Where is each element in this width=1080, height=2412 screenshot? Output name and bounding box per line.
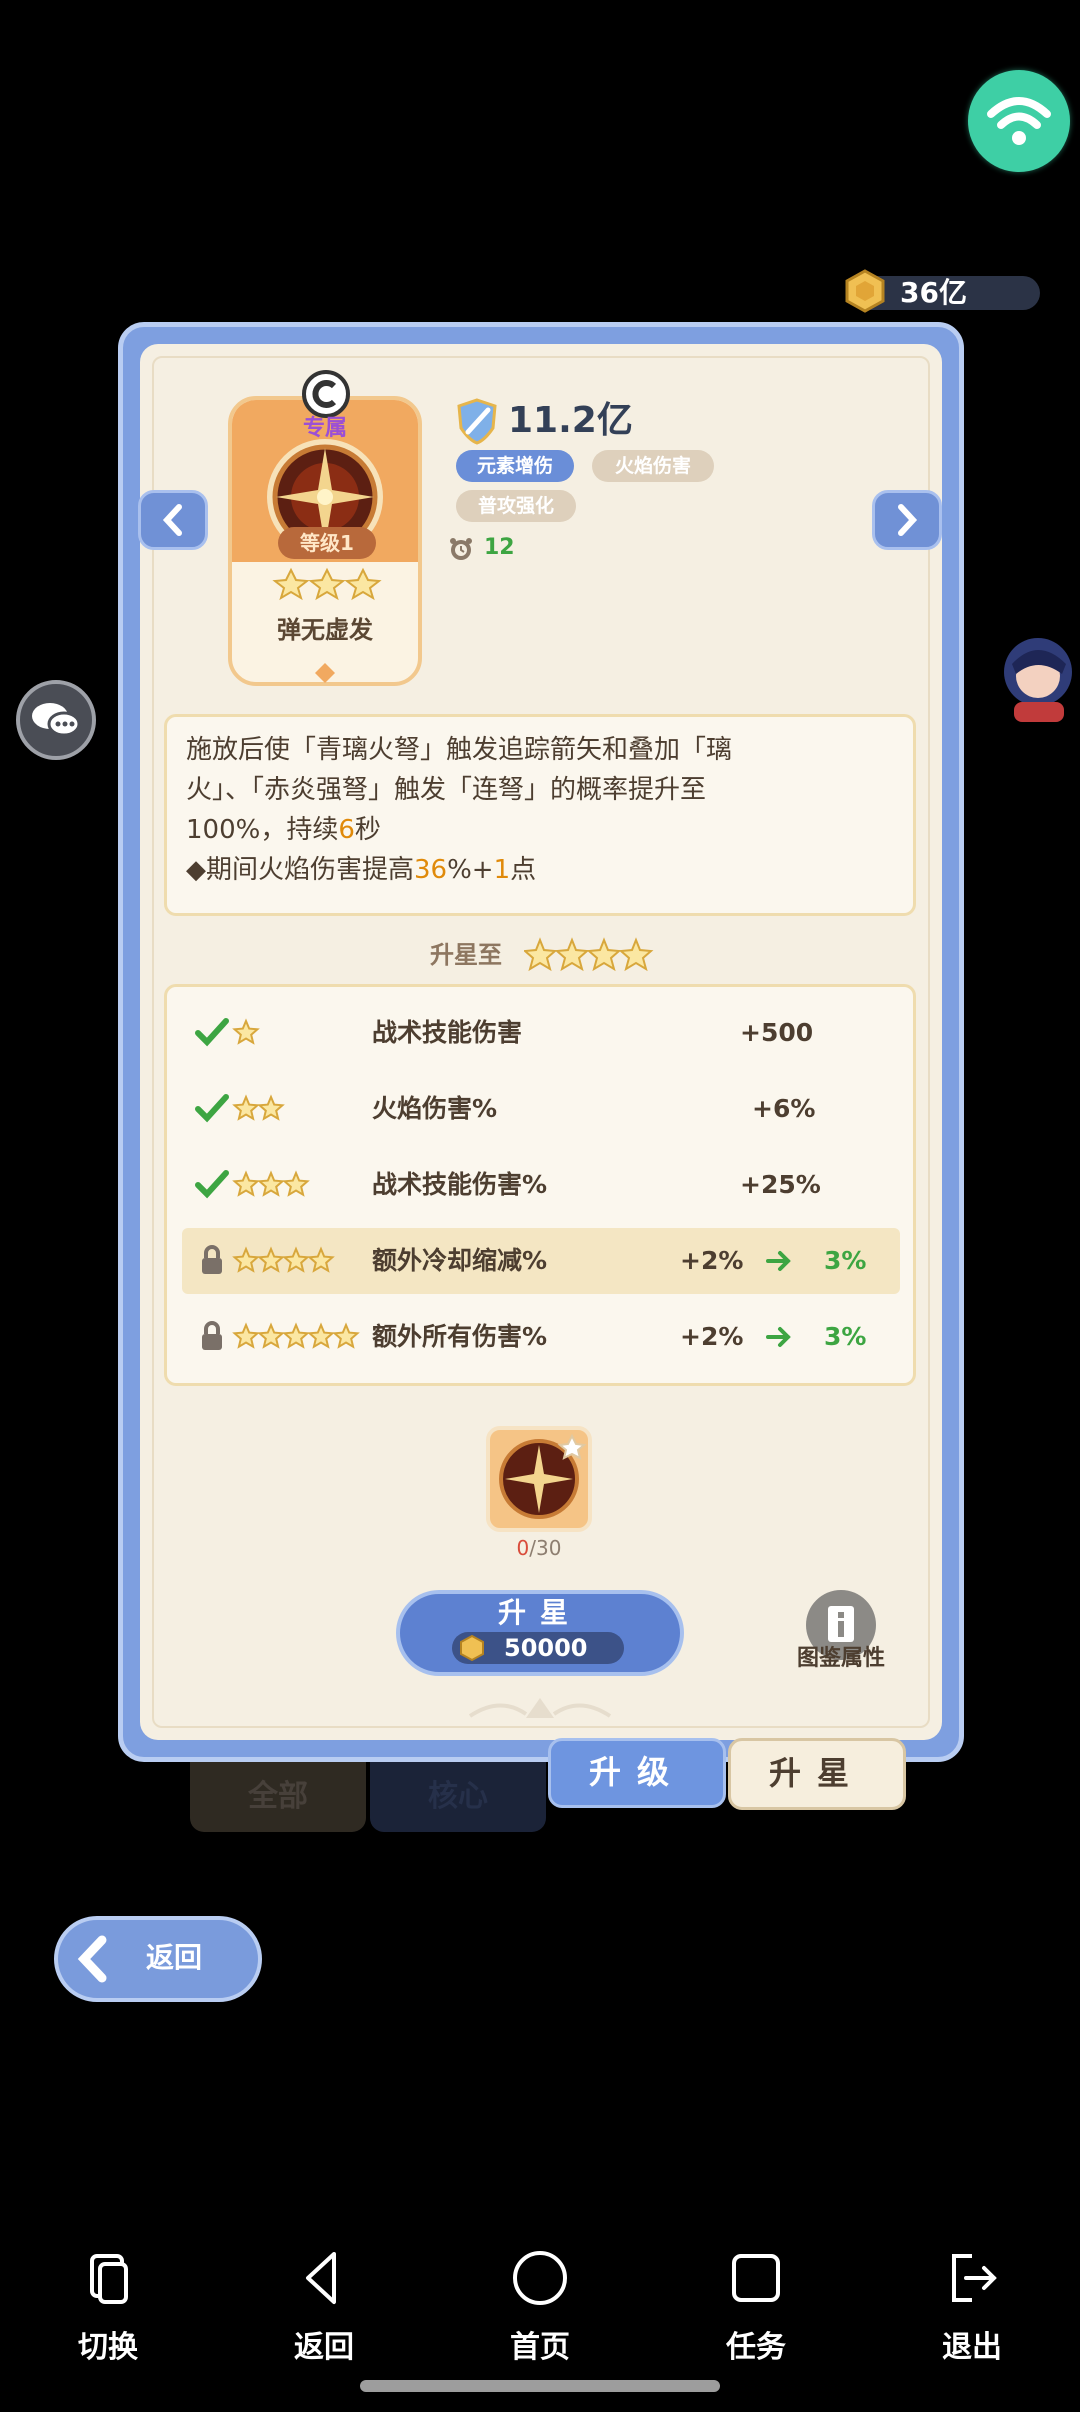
home-icon xyxy=(513,2251,567,2305)
bonus-name: 战术技能伤害 xyxy=(372,1018,523,1047)
check-icon xyxy=(195,1094,229,1123)
check-icon xyxy=(195,1018,229,1047)
wifi-icon xyxy=(987,97,1051,145)
power-value: 11.2亿 xyxy=(508,400,633,441)
bonus-next-value: 3% xyxy=(824,1322,867,1351)
tag-fire-damage: 火焰伤害 xyxy=(592,450,714,482)
nav-home-label: 首页 xyxy=(510,2330,570,2365)
exit-icon xyxy=(952,2254,997,2302)
tab-star-up[interactable]: 升星 xyxy=(728,1738,906,1810)
nav-back[interactable]: 返回 xyxy=(264,2248,384,2366)
back-label[interactable]: 返回 xyxy=(146,1938,202,1978)
bonus-row: 战术技能伤害% +25% xyxy=(182,1152,900,1218)
star-level-icon xyxy=(232,1094,285,1121)
star-up-label: 升星 xyxy=(497,1596,582,1629)
material-count: 0/30 xyxy=(516,1536,562,1560)
prev-item-button[interactable] xyxy=(138,490,208,550)
task-icon xyxy=(732,2254,780,2302)
back-icon xyxy=(306,2252,336,2304)
tab-all[interactable]: 全部 xyxy=(190,1762,366,1832)
bonus-value: +6% xyxy=(752,1094,816,1123)
next-item-button[interactable] xyxy=(872,490,942,550)
target-stars-icon xyxy=(524,937,654,972)
wifi-button[interactable] xyxy=(968,70,1070,172)
level-badge: 等级1 xyxy=(278,527,376,559)
coin-icon xyxy=(460,1634,484,1662)
description-line: 施放后使「青璃火弩」触发追踪箭矢和叠加「璃 xyxy=(186,735,733,765)
home-indicator[interactable] xyxy=(360,2380,720,2392)
ornament-icon xyxy=(468,1698,612,1718)
bonus-name: 额外冷却缩减% xyxy=(372,1246,548,1275)
codex-label[interactable]: 图鉴属性 xyxy=(786,1644,896,1674)
cooldown-clock-icon xyxy=(450,538,472,560)
nav-switch[interactable]: 切换 xyxy=(48,2248,168,2366)
star-rating-icon xyxy=(272,567,382,601)
check-icon xyxy=(195,1170,229,1199)
cooldown-value: 12 xyxy=(484,535,515,560)
description-text: 施放后使「青璃火弩」触发追踪箭矢和叠加「璃 火」、「赤炎强弩」触发「连弩」的概率… xyxy=(186,730,902,890)
star-up-cost: 50000 xyxy=(504,1634,588,1662)
tab-upgrade[interactable]: 升级 xyxy=(548,1738,726,1808)
side-avatar-icon[interactable] xyxy=(992,630,1080,726)
tab-core[interactable]: 核心 xyxy=(370,1762,546,1832)
exclusive-icon xyxy=(302,370,350,418)
nav-back-label: 返回 xyxy=(294,2330,354,2365)
tag-normal-attack: 普攻强化 xyxy=(456,490,576,522)
nav-task[interactable]: 任务 xyxy=(696,2248,816,2366)
bonus-value: +2% xyxy=(680,1246,744,1275)
description-line: 火」、「赤炎强弩」触发「连弩」的概率提升至 xyxy=(186,775,707,805)
bonus-next-value: 3% xyxy=(824,1246,867,1275)
lock-icon xyxy=(202,1245,222,1274)
nav-home[interactable]: 首页 xyxy=(480,2248,600,2366)
bonus-row: 额外所有伤害% +2% 3% xyxy=(182,1304,900,1370)
bonus-row: 额外冷却缩减% +2% 3% xyxy=(182,1228,900,1294)
nav-exit[interactable]: 退出 xyxy=(912,2248,1032,2366)
shield-sword-icon xyxy=(457,398,497,445)
chevron-right-icon xyxy=(898,504,918,536)
nav-task-label: 任务 xyxy=(726,2330,786,2365)
material-emblem-icon xyxy=(499,1433,587,1519)
tag-element-damage: 元素增伤 xyxy=(456,450,574,482)
arrow-right-icon xyxy=(766,1251,791,1271)
description-line: 100%，持续6秒 xyxy=(186,815,381,845)
bonus-row: 火焰伤害% +6% xyxy=(182,1076,900,1142)
currency-amount: 36亿 xyxy=(900,276,967,309)
diamond-icon xyxy=(315,663,335,683)
chat-button[interactable] xyxy=(16,680,96,760)
item-name: 弹无虚发 xyxy=(277,616,373,644)
star-level-icon xyxy=(232,1322,360,1349)
chevron-left-icon xyxy=(162,504,182,536)
star-level-icon xyxy=(232,1246,335,1273)
nav-exit-label: 退出 xyxy=(942,2330,1002,2365)
chat-icon xyxy=(32,703,81,737)
bonus-name: 火焰伤害% xyxy=(372,1094,498,1123)
bonus-name: 战术技能伤害% xyxy=(372,1170,548,1199)
star-level-icon xyxy=(232,1018,260,1045)
upgrade-to-label: 升星至 xyxy=(430,941,502,969)
lock-icon xyxy=(202,1321,222,1350)
material-slot[interactable] xyxy=(486,1426,592,1532)
switch-icon xyxy=(90,2254,128,2304)
bonus-value: +500 xyxy=(740,1018,814,1047)
star-level-icon xyxy=(232,1170,310,1197)
arrow-right-icon xyxy=(766,1327,791,1347)
nav-switch-label: 切换 xyxy=(78,2330,138,2365)
coin-icon xyxy=(845,269,885,313)
bonus-value: +25% xyxy=(740,1170,821,1199)
bonus-row: 战术技能伤害 +500 xyxy=(182,1000,900,1066)
description-line: ◆期间火焰伤害提高36%+1点 xyxy=(186,855,537,885)
back-arrow-icon xyxy=(77,1935,107,1983)
bonus-value: +2% xyxy=(680,1322,744,1351)
bonus-name: 额外所有伤害% xyxy=(372,1322,548,1351)
